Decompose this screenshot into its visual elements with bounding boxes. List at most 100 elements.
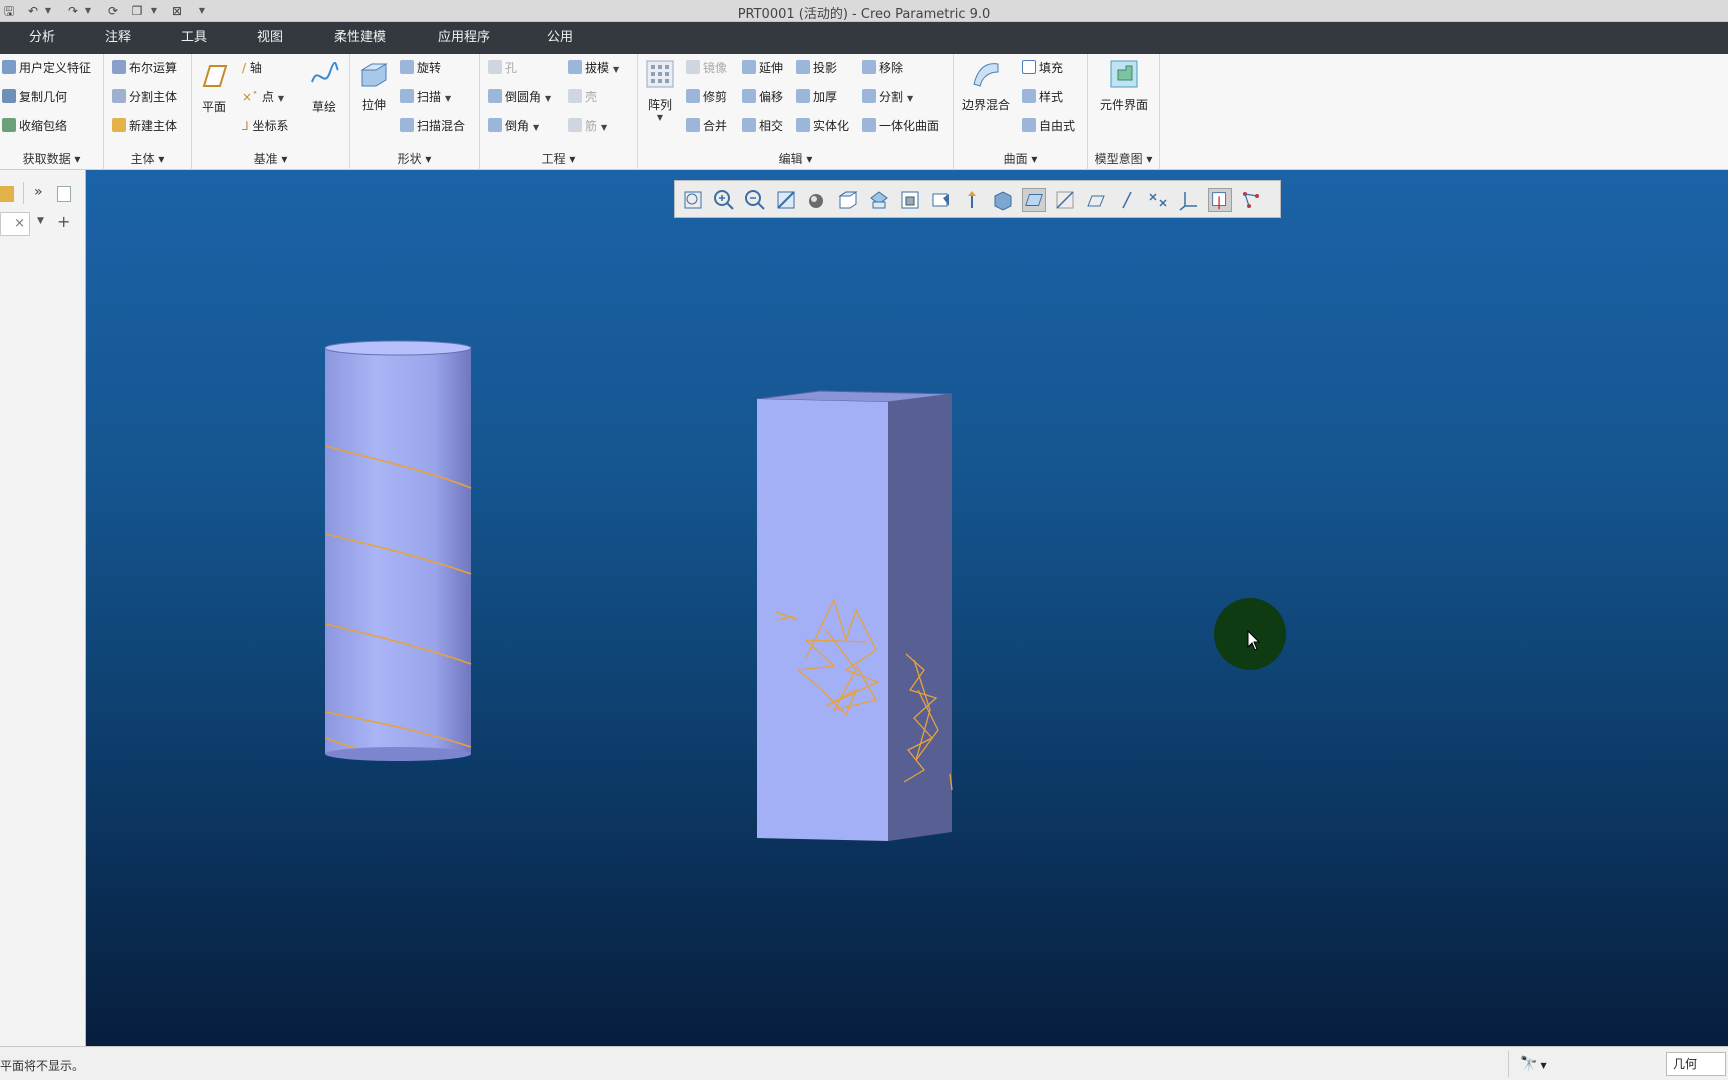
component-interface-icon <box>1110 60 1138 88</box>
spin-center-display-icon[interactable] <box>1239 188 1263 212</box>
thicken-button[interactable]: 加厚 <box>796 86 837 108</box>
point-display-icon[interactable] <box>1146 188 1170 212</box>
boolean-button[interactable]: 布尔运算 <box>112 57 177 79</box>
find-icon[interactable]: 🔭 ▼ <box>1520 1053 1556 1077</box>
prism-model[interactable] <box>756 390 953 841</box>
more-options-icon[interactable]: » <box>34 184 43 200</box>
split-button[interactable]: 分割 ▼ <box>862 86 913 108</box>
plane-button[interactable]: 平面 <box>196 60 232 115</box>
title-bar: 🖫 ↶ ▼ ↷ ▼ ⟳ ❐ ▼ ⊠ ▼ PRT0001 (活动的) - Creo… <box>0 0 1728 22</box>
new-body-button[interactable]: 新建主体 <box>112 115 177 137</box>
section-view-icon[interactable] <box>929 188 953 212</box>
rib-button[interactable]: 筋 ▼ <box>568 115 607 137</box>
group-label-engineering[interactable]: 工程 ▾ <box>480 150 637 166</box>
shell-button[interactable]: 壳 <box>568 86 597 108</box>
axis-icon: / <box>242 61 250 75</box>
sketch-button[interactable]: 草绘 <box>304 60 344 115</box>
split-icon <box>862 89 876 103</box>
model-tree-icon[interactable] <box>0 186 14 202</box>
group-label-shape[interactable]: 形状 ▾ <box>350 150 479 166</box>
pattern-button[interactable]: 阵列 ▼ <box>642 58 678 122</box>
hole-icon <box>488 60 502 74</box>
merge-button[interactable]: 合并 <box>686 115 727 137</box>
intersect-button[interactable]: 相交 <box>742 115 783 137</box>
split-body-button[interactable]: 分割主体 <box>112 86 177 108</box>
tab-flexible-modeling[interactable]: 柔性建模 <box>324 22 396 54</box>
refit-icon[interactable] <box>681 188 705 212</box>
unified-surface-button[interactable]: 一体化曲面 <box>862 115 939 137</box>
boundary-blend-button[interactable]: 边界混合 <box>958 58 1014 113</box>
csys-display-icon[interactable] <box>1177 188 1201 212</box>
draft-icon <box>568 60 582 74</box>
spin-center-icon[interactable] <box>991 188 1015 212</box>
axis-display-icon[interactable] <box>1053 188 1077 212</box>
sweep-button[interactable]: 扫描 ▼ <box>400 86 451 108</box>
revolve-button[interactable]: 旋转 <box>400 57 441 79</box>
cylinder-model[interactable] <box>324 340 472 761</box>
tab-view[interactable]: 视图 <box>248 22 292 54</box>
group-label-get-data[interactable]: 获取数据 ▾ <box>0 150 103 166</box>
group-label-datum[interactable]: 基准 ▾ <box>192 150 349 166</box>
mirror-button[interactable]: 镜像 <box>686 57 727 79</box>
remove-button[interactable]: 移除 <box>862 57 903 79</box>
swept-blend-button[interactable]: 扫描混合 <box>400 115 465 137</box>
copy-geometry-button[interactable]: 复制几何 <box>2 86 67 108</box>
group-editing: 阵列 ▼ 镜像 修剪 合并 延伸 偏移 相交 投影 加厚 实体化 移除 分割 ▼ … <box>638 54 954 170</box>
thicken-icon <box>796 89 810 103</box>
tab-tools[interactable]: 工具 <box>172 22 216 54</box>
add-icon[interactable]: + <box>57 212 70 231</box>
filter-dropdown-icon[interactable]: ▼ <box>37 216 44 226</box>
saved-orientations-icon[interactable] <box>836 188 860 212</box>
axis-tag-display-icon[interactable] <box>1115 188 1139 212</box>
trim-button[interactable]: 修剪 <box>686 86 727 108</box>
view-manager-icon[interactable] <box>867 188 891 212</box>
extrude-icon <box>360 63 388 87</box>
zoom-out-icon[interactable] <box>743 188 767 212</box>
rib-icon <box>568 118 582 132</box>
group-label-model-intent[interactable]: 模型意图 ▾ <box>1088 150 1159 166</box>
plane-tag-display-icon[interactable] <box>1084 188 1108 212</box>
csys-icon: ⅃ <box>242 119 253 133</box>
tab-applications[interactable]: 应用程序 <box>428 22 500 54</box>
point-button[interactable]: ×˟ 点 ▼ <box>242 86 284 108</box>
offset-button[interactable]: 偏移 <box>742 86 783 108</box>
shrinkwrap-button[interactable]: 收缩包络 <box>2 115 67 137</box>
graphics-viewport[interactable] <box>86 170 1728 1046</box>
annotation-toggle-icon[interactable] <box>1208 188 1232 212</box>
sweep-icon <box>400 89 414 103</box>
axis-button[interactable]: / 轴 <box>242 57 262 79</box>
fill-button[interactable]: 填充 <box>1022 57 1063 79</box>
selection-filter-select[interactable]: 几何 <box>1666 1052 1726 1076</box>
repaint-icon[interactable] <box>774 188 798 212</box>
merge-icon <box>686 118 700 132</box>
status-bar: 平面将不显示。 🔭 ▼ 几何 <box>0 1046 1728 1080</box>
csys-button[interactable]: ⅃ 坐标系 <box>242 115 289 137</box>
group-label-body[interactable]: 主体 ▾ <box>104 150 191 166</box>
user-defined-feature-button[interactable]: 用户定义特征 <box>2 57 91 79</box>
project-button[interactable]: 投影 <box>796 57 837 79</box>
search-filter-input[interactable]: × <box>0 212 30 236</box>
tab-annotate[interactable]: 注释 <box>96 22 140 54</box>
component-interface-button[interactable]: 元件界面 <box>1092 58 1156 113</box>
round-button[interactable]: 倒圆角 ▼ <box>488 86 551 108</box>
annotation-display-icon[interactable] <box>960 188 984 212</box>
draft-button[interactable]: 拔模 ▼ <box>568 57 619 79</box>
plane-display-icon[interactable] <box>1022 188 1046 212</box>
group-label-editing[interactable]: 编辑 ▾ <box>638 150 953 166</box>
extrude-button[interactable]: 拉伸 <box>356 58 392 113</box>
view-toolbar <box>674 180 1281 218</box>
tab-analysis[interactable]: 分析 <box>20 22 64 54</box>
freestyle-button[interactable]: 自由式 <box>1022 115 1075 137</box>
display-style-icon[interactable] <box>805 188 829 212</box>
extend-button[interactable]: 延伸 <box>742 57 783 79</box>
perspective-view-icon[interactable] <box>898 188 922 212</box>
zoom-in-icon[interactable] <box>712 188 736 212</box>
tab-common[interactable]: 公用 <box>540 22 580 54</box>
group-label-surfaces[interactable]: 曲面 ▾ <box>954 150 1087 166</box>
hole-button[interactable]: 孔 <box>488 57 517 79</box>
chamfer-button[interactable]: 倒角 ▼ <box>488 115 539 137</box>
style-button[interactable]: 样式 <box>1022 86 1063 108</box>
swept-blend-icon <box>400 118 414 132</box>
solidify-button[interactable]: 实体化 <box>796 115 849 137</box>
settings-icon[interactable] <box>57 186 71 202</box>
